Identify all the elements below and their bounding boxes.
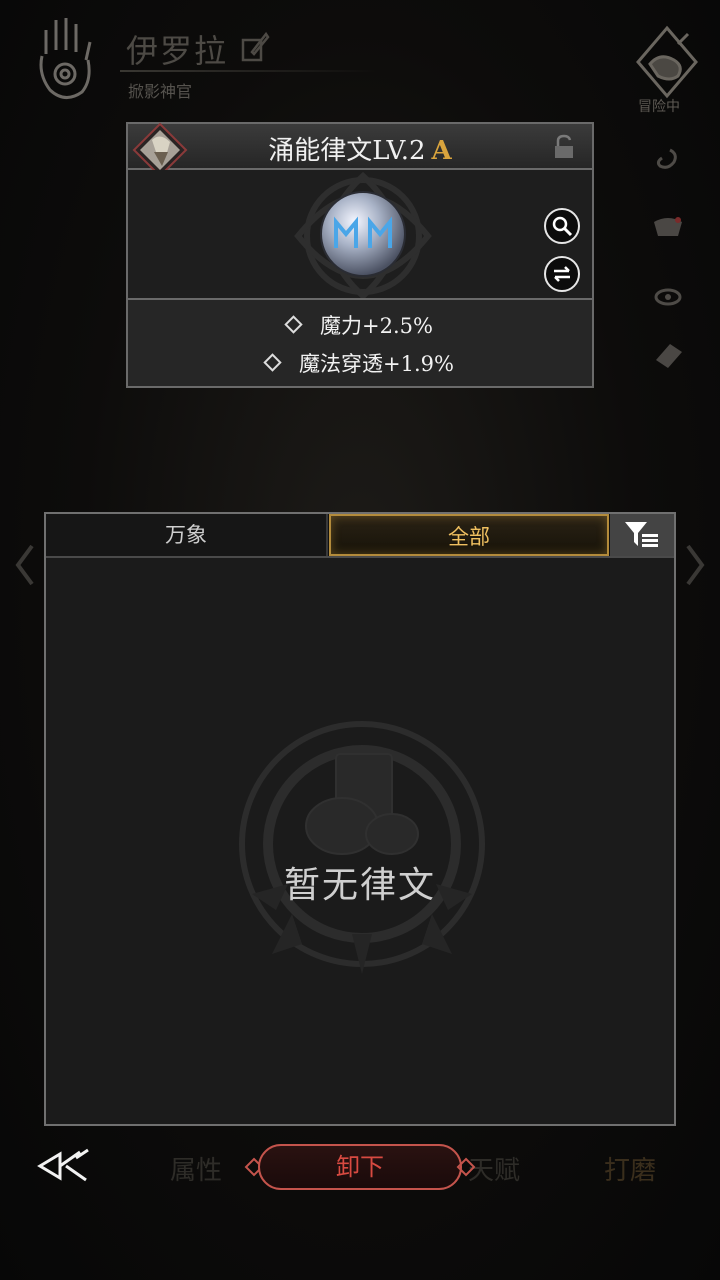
- stat-text: 魔力+2.5%: [320, 314, 433, 338]
- book-icon[interactable]: [648, 338, 688, 372]
- tab-attributes[interactable]: 属性: [170, 1150, 222, 1187]
- rune-list-panel: 万象 全部 暂无律文: [44, 512, 676, 1126]
- rune-card-header: 涌能律文LV.2 A: [128, 124, 592, 170]
- unequip-button[interactable]: 卸下: [258, 1144, 462, 1190]
- stat-row: 魔力+2.5%: [128, 310, 592, 340]
- swap-button[interactable]: [544, 256, 580, 292]
- hook-icon[interactable]: [648, 146, 688, 180]
- diamond-bullet-icon: [284, 315, 303, 334]
- rune-name: 涌能律文LV.2: [268, 136, 426, 166]
- magnifier-icon: [552, 216, 573, 237]
- rune-grade: A: [431, 136, 452, 166]
- eye-icon[interactable]: [648, 280, 688, 314]
- name-divider: [120, 70, 376, 72]
- tab-bar: 万象 全部: [46, 514, 674, 558]
- empty-state-text: 暂无律文: [283, 865, 436, 906]
- rune-title: 涌能律文LV.2 A: [128, 130, 592, 167]
- rune-detail-card: 涌能律文LV.2 A 魔力+2.5% 魔法穿透+1.9%: [126, 122, 594, 388]
- swap-icon: [554, 266, 570, 282]
- tab-all[interactable]: 全部: [329, 514, 609, 556]
- diamond-bullet-icon: [263, 353, 282, 372]
- empty-state-emblem-icon: [239, 721, 485, 974]
- adventure-label: 冒险中: [638, 99, 680, 115]
- stat-row: 魔法穿透+1.9%: [128, 348, 592, 378]
- character-name: 伊罗拉: [126, 32, 229, 70]
- back-icon[interactable]: [36, 1146, 92, 1186]
- trophy-icon[interactable]: [648, 212, 688, 246]
- next-arrow-icon[interactable]: [682, 540, 708, 590]
- diamond-ornament-icon: [456, 1157, 476, 1177]
- rune-gem-icon[interactable]: [318, 190, 408, 278]
- edit-name-icon[interactable]: [240, 30, 270, 64]
- tab-wanxiang[interactable]: 万象: [46, 514, 328, 556]
- stat-text: 魔法穿透+1.9%: [299, 352, 454, 376]
- rune-stats: 魔力+2.5% 魔法穿透+1.9%: [128, 300, 592, 386]
- unlock-icon[interactable]: [552, 134, 576, 160]
- filter-icon: [625, 522, 658, 547]
- tab-polish[interactable]: 打磨: [604, 1150, 656, 1187]
- previous-arrow-icon[interactable]: [12, 540, 38, 590]
- character-title: 掀影神官: [128, 82, 193, 101]
- palm-emblem-icon: [39, 18, 92, 99]
- rune-preview: [128, 170, 592, 300]
- inspect-button[interactable]: [544, 208, 580, 244]
- filter-button[interactable]: [610, 514, 674, 556]
